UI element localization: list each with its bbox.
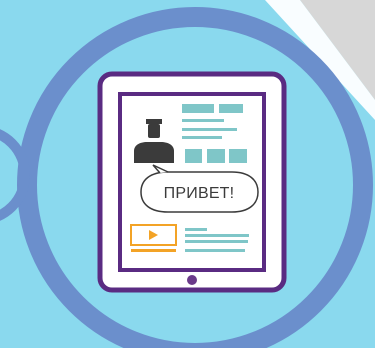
- text-line: [182, 136, 222, 139]
- teal-block: [182, 104, 214, 113]
- text-line: [185, 240, 248, 243]
- text-line: [185, 249, 245, 252]
- tablet-home-button-icon: [187, 275, 197, 285]
- text-line: [182, 119, 224, 122]
- tablet-illustration: ПРИВЕТ!: [0, 0, 375, 348]
- text-line: [182, 128, 237, 131]
- illustration-scene: ПРИВЕТ!: [0, 0, 375, 348]
- teal-block: [219, 104, 243, 113]
- speech-bubble-text: ПРИВЕТ!: [164, 185, 235, 202]
- text-line: [185, 228, 207, 231]
- teal-block: [229, 149, 247, 163]
- teal-block: [185, 149, 202, 163]
- text-line: [185, 234, 249, 237]
- teal-block: [207, 149, 225, 163]
